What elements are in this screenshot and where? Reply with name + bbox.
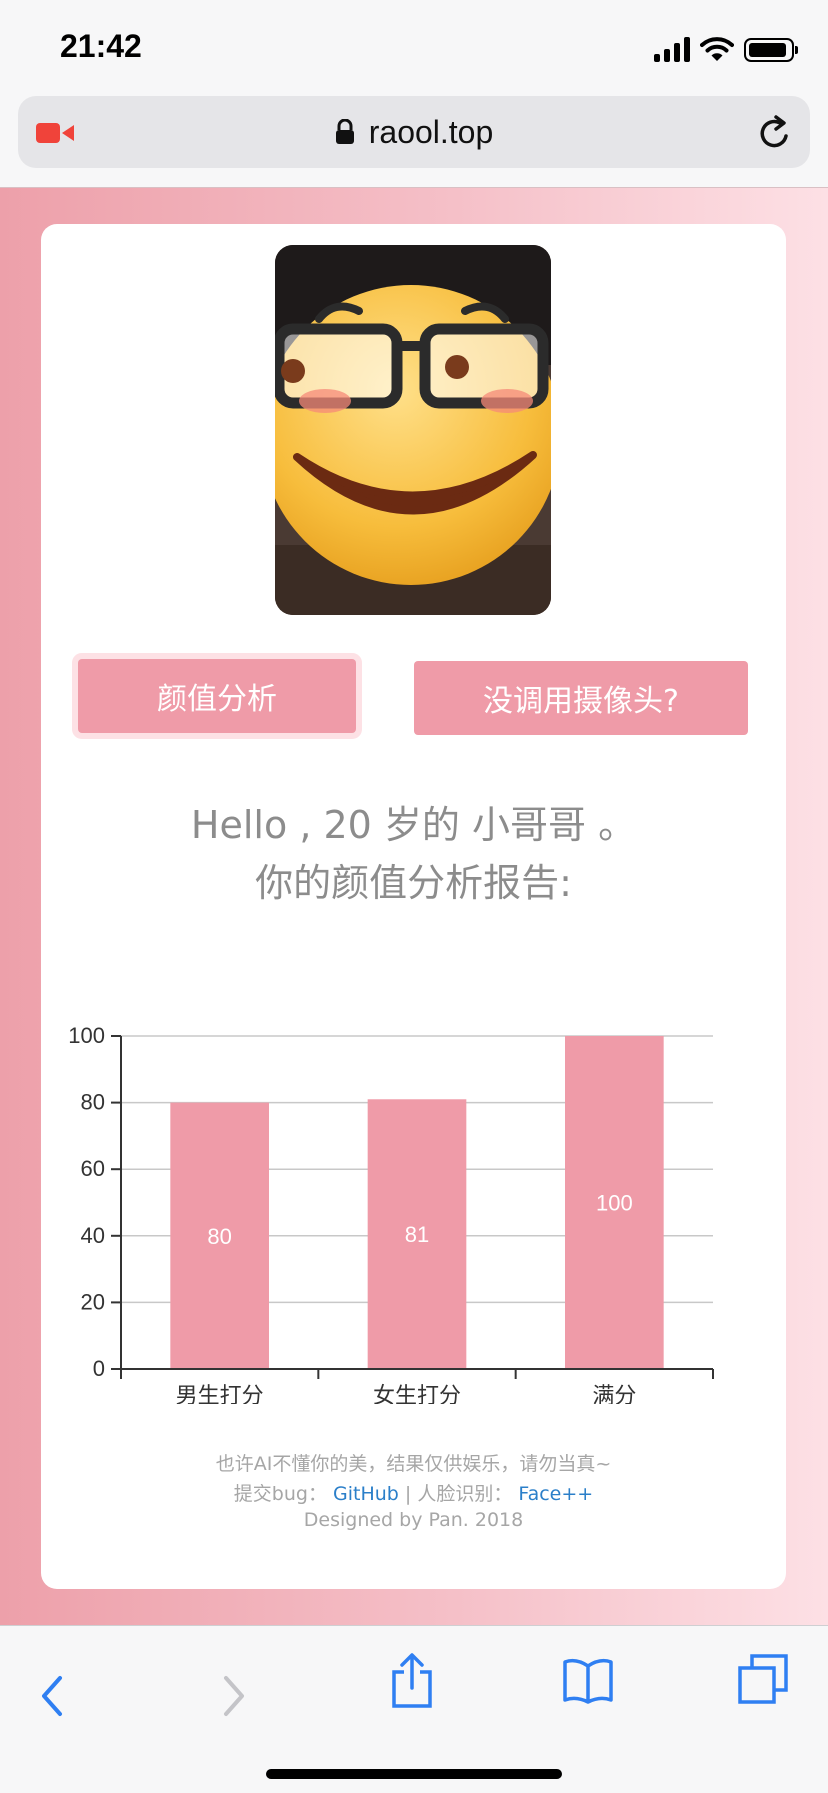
no-camera-button[interactable]: 没调用摄像头? — [414, 661, 748, 735]
y-tick-label: 80 — [81, 1090, 105, 1115]
cellular-signal-icon — [654, 36, 690, 62]
browser-toolbar — [0, 1625, 828, 1793]
facepp-link[interactable]: Face++ — [518, 1483, 593, 1505]
status-icons — [654, 34, 798, 62]
wifi-icon — [700, 37, 734, 61]
url-display[interactable]: raool.top — [18, 114, 810, 151]
credit-text: Designed by Pan. 2018 — [303, 1509, 524, 1531]
bar-value-label: 81 — [405, 1222, 429, 1247]
status-time: 21:42 — [60, 28, 142, 64]
y-tick-label: 60 — [81, 1156, 105, 1181]
share-icon[interactable] — [390, 1652, 434, 1708]
x-tick-label: 女生打分 — [373, 1383, 461, 1404]
score-bar-chart: 0 20 40 60 80 100 80 男生打分 81 女生打分 100 满分 — [68, 1023, 714, 1404]
footer-links: 提交bug： GitHub | 人脸识别： Face++ — [41, 1479, 786, 1506]
reload-icon[interactable] — [758, 114, 792, 150]
x-tick-label: 满分 — [592, 1383, 636, 1404]
battery-icon — [744, 38, 798, 62]
y-tick-label: 20 — [81, 1289, 105, 1314]
webcam-photo — [275, 245, 551, 615]
bar-value-label: 80 — [207, 1224, 231, 1249]
forward-icon[interactable] — [220, 1674, 248, 1718]
content-card: 颜值分析 没调用摄像头? Hello , 20 岁的 小哥哥 。 你的颜值分析报… — [41, 224, 786, 1589]
greeting-line: Hello , 20 岁的 小哥哥 。 — [190, 803, 637, 847]
y-tick-label: 40 — [81, 1223, 105, 1248]
bookmarks-icon[interactable] — [562, 1656, 614, 1704]
y-tick-label: 100 — [68, 1023, 105, 1048]
lock-icon — [335, 118, 354, 144]
y-tick-label: 0 — [93, 1356, 105, 1381]
web-page: 颜值分析 没调用摄像头? Hello , 20 岁的 小哥哥 。 你的颜值分析报… — [0, 187, 828, 1626]
home-indicator — [266, 1769, 562, 1779]
bug-label: 提交bug： — [233, 1483, 327, 1505]
x-tick-label: 男生打分 — [176, 1383, 264, 1404]
url-text: raool.top — [368, 114, 494, 150]
disclaimer-text: 也许AI不懂你的美，结果仅供娱乐，请勿当真~ — [215, 1453, 612, 1475]
github-link[interactable]: GitHub — [333, 1483, 399, 1505]
address-bar[interactable]: raool.top — [18, 96, 810, 168]
analyze-button[interactable]: 颜值分析 — [78, 659, 356, 733]
back-icon[interactable] — [38, 1674, 66, 1718]
face-recognition-label: | 人脸识别： — [404, 1483, 513, 1505]
tabs-icon[interactable] — [738, 1654, 788, 1704]
bar-value-label: 100 — [596, 1191, 633, 1216]
report-title: 你的颜值分析报告: — [255, 861, 572, 905]
emoji-face-overlay — [275, 245, 551, 615]
status-bar: 21:42 — [0, 0, 828, 90]
